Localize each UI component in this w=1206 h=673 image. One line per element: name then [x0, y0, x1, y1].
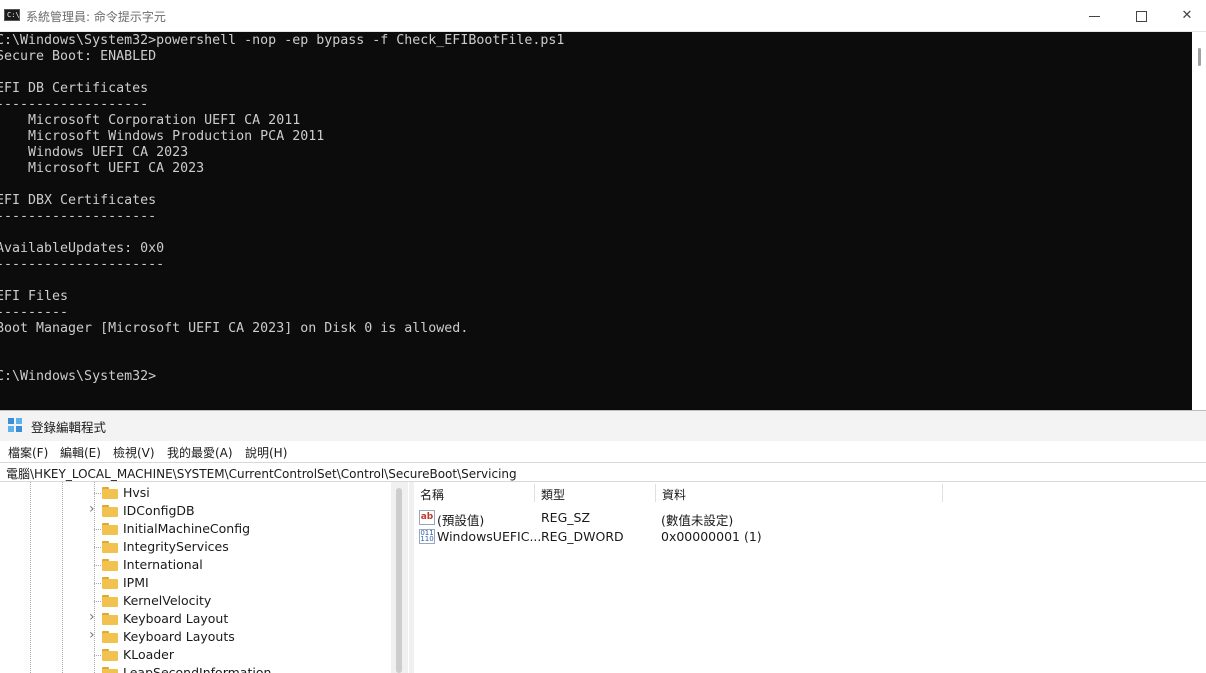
menu-favorites[interactable]: 我的最愛(A) [167, 444, 233, 461]
tree-item-label: International [123, 557, 203, 572]
tree-connector [94, 565, 101, 566]
console-app-icon: C:\ [4, 9, 20, 21]
column-divider[interactable] [942, 484, 943, 502]
tree-item-label: IDConfigDB [123, 503, 195, 518]
folder-icon [102, 487, 118, 499]
value-row[interactable]: ab (預設值) REG_SZ (數值未設定) [414, 508, 1206, 528]
tree-item[interactable]: International [0, 556, 390, 574]
binary-value-icon: 011 110 [419, 529, 435, 544]
maximize-icon [1136, 11, 1147, 22]
tree-item-label: KLoader [123, 647, 175, 662]
console-scrollbar-thumb[interactable] [1198, 48, 1201, 66]
address-path: 電腦\HKEY_LOCAL_MACHINE\SYSTEM\CurrentCont… [6, 467, 517, 481]
tree-item-label: Keyboard Layouts [123, 629, 235, 644]
folder-icon [102, 577, 118, 589]
minimize-button[interactable] [1072, 0, 1118, 32]
minimize-icon [1089, 16, 1100, 17]
folder-icon [102, 613, 118, 625]
tree-scrollbar[interactable] [391, 482, 408, 673]
folder-icon [102, 667, 118, 673]
registry-app-icon [8, 418, 23, 433]
folder-icon [102, 523, 118, 535]
column-header-type[interactable]: 類型 [535, 482, 655, 504]
expand-chevron-icon[interactable]: › [89, 627, 99, 643]
tree-scrollbar-thumb[interactable] [396, 488, 402, 673]
tree-item[interactable]: › Keyboard Layout [0, 609, 390, 628]
menu-edit[interactable]: 編輯(E) [60, 444, 101, 461]
value-row[interactable]: 011 110 WindowsUEFIC... REG_DWORD 0x0000… [414, 527, 1206, 546]
tree-connector [94, 547, 101, 548]
tree-item[interactable]: IntegrityServices [0, 538, 390, 556]
folder-icon [102, 505, 118, 517]
tree-item-label: Keyboard Layout [123, 611, 229, 626]
tree-item-label: IPMI [123, 575, 149, 590]
tree-connector [94, 583, 101, 584]
menu-bar: 檔案(F) 編輯(E) 檢視(V) 我的最愛(A) 說明(H) [0, 441, 1206, 463]
tree-item-label: KernelVelocity [123, 593, 212, 608]
folder-icon [102, 631, 118, 643]
tree-item[interactable]: IPMI [0, 574, 390, 592]
values-pane[interactable]: 名稱 類型 資料 ab (預設值) REG_SZ (數值未設定) 011 110… [414, 482, 1206, 673]
tree-item-label: InitialMachineConfig [123, 521, 251, 536]
column-header-data-label: 資料 [662, 488, 687, 502]
column-header-data[interactable]: 資料 [656, 482, 942, 504]
tree-item-label: Hvsi [123, 485, 150, 500]
menu-help[interactable]: 說明(H) [245, 444, 287, 461]
column-header-name[interactable]: 名稱 [414, 482, 534, 504]
tree-item[interactable]: Hvsi [0, 484, 390, 502]
string-value-icon: ab [419, 510, 435, 525]
column-header-name-label: 名稱 [420, 488, 445, 502]
registry-editor-titlebar[interactable]: 登錄編輯程式 [0, 411, 1206, 441]
registry-editor-title: 登錄編輯程式 [31, 420, 107, 435]
tree-item[interactable]: InitialMachineConfig [0, 520, 390, 538]
column-header-type-label: 類型 [541, 488, 566, 502]
console-icon-text: C:\ [7, 11, 20, 19]
tree-connector [94, 655, 101, 656]
tree-item[interactable]: › Keyboard Layouts [0, 627, 390, 646]
value-name: WindowsUEFIC... [437, 529, 542, 544]
maximize-button[interactable] [1118, 0, 1164, 32]
tree-item[interactable]: › IDConfigDB [0, 501, 390, 520]
close-button[interactable]: ✕ [1164, 0, 1206, 32]
command-prompt-window[interactable]: C:\ 系統管理員: 命令提示字元 ✕ C:\Windows\System32>… [0, 0, 1206, 410]
expand-chevron-icon[interactable]: › [89, 609, 99, 625]
key-tree-pane[interactable]: Hvsi › IDConfigDB InitialMachineConfig Integ… [0, 482, 410, 673]
tree-connector [94, 601, 101, 602]
folder-icon [102, 649, 118, 661]
tree-item[interactable]: KernelVelocity [0, 592, 390, 610]
value-type: REG_DWORD [541, 529, 624, 544]
folder-icon [102, 541, 118, 553]
tree-connector [94, 493, 101, 494]
folder-icon [102, 595, 118, 607]
value-data: 0x00000001 (1) [661, 529, 762, 544]
address-bar[interactable]: 電腦\HKEY_LOCAL_MACHINE\SYSTEM\CurrentCont… [0, 462, 1206, 482]
console-scrollbar[interactable] [1192, 32, 1206, 410]
menu-file[interactable]: 檔案(F) [8, 444, 48, 461]
expand-chevron-icon[interactable]: › [89, 501, 99, 517]
console-text: C:\Windows\System32>powershell -nop -ep … [0, 33, 565, 384]
console-output[interactable]: C:\Windows\System32>powershell -nop -ep … [0, 32, 1192, 410]
registry-editor-window[interactable]: 登錄編輯程式 檔案(F) 編輯(E) 檢視(V) 我的最愛(A) 說明(H) 電… [0, 410, 1206, 673]
tree-item-label: IntegrityServices [123, 539, 229, 554]
menu-view[interactable]: 檢視(V) [113, 444, 155, 461]
tree-item[interactable]: KLoader [0, 646, 390, 664]
folder-icon [102, 559, 118, 571]
close-icon: ✕ [1181, 8, 1193, 23]
command-prompt-titlebar[interactable]: C:\ 系統管理員: 命令提示字元 ✕ [0, 0, 1206, 32]
tree-connector [94, 529, 101, 530]
value-type: REG_SZ [541, 510, 591, 525]
command-prompt-title: 系統管理員: 命令提示字元 [26, 10, 166, 24]
